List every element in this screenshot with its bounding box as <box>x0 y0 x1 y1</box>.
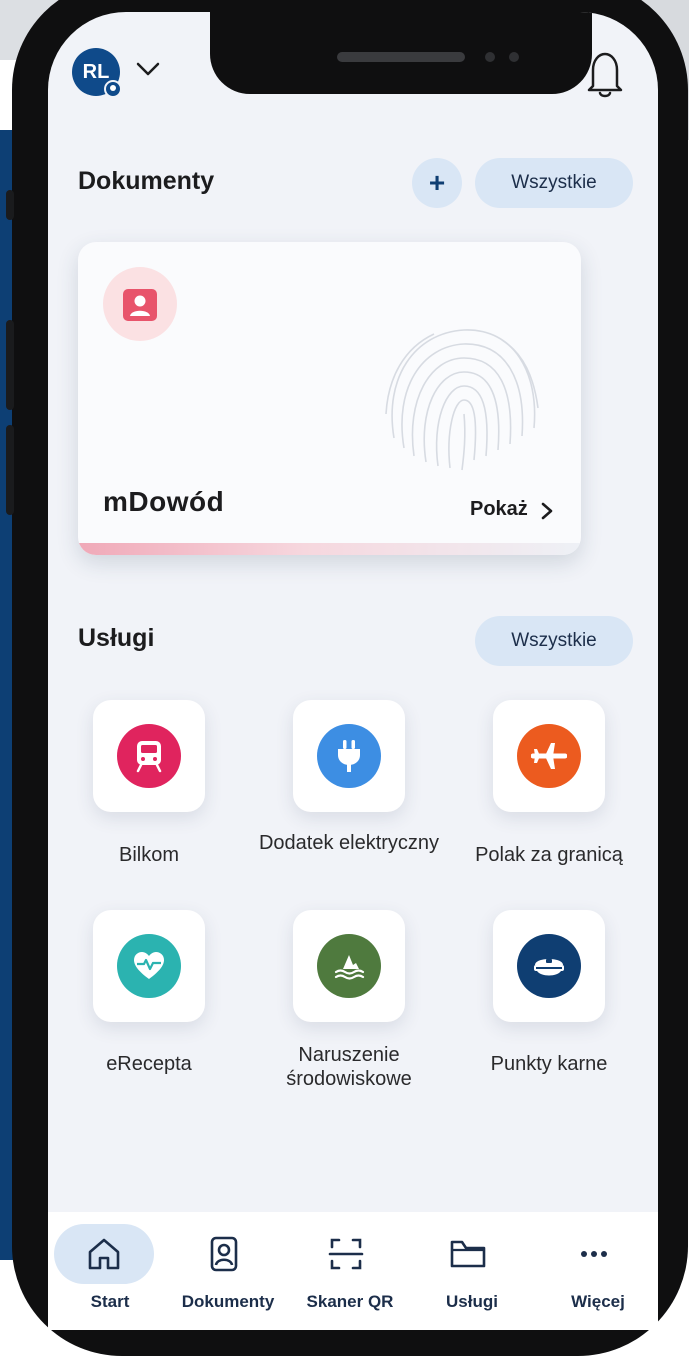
folder-icon <box>450 1240 486 1268</box>
police-cap-icon <box>517 934 581 998</box>
train-icon <box>117 724 181 788</box>
phone-notch <box>210 12 592 94</box>
avatar-initials: RL <box>82 60 110 83</box>
fingerprint-icon <box>385 329 539 471</box>
services-all-button[interactable]: Wszystkie <box>475 616 633 666</box>
phone-side-button <box>6 190 14 220</box>
phone-screen <box>48 12 658 1330</box>
more-icon <box>581 1251 607 1257</box>
bottom-navigation: Start Dokumenty Skaner QR Usługi Więcej <box>48 1212 658 1330</box>
service-label: eRecepta <box>106 1053 192 1075</box>
document-name: mDowód <box>103 486 225 517</box>
nav-label-skaner-qr: Skaner QR <box>306 1292 394 1311</box>
service-tile-polak-za-granica[interactable] <box>493 700 605 812</box>
avatar-badge <box>104 80 122 98</box>
service-tile-dodatek-elektryczny[interactable] <box>293 700 405 812</box>
services-title: Usługi <box>78 624 155 652</box>
home-icon <box>88 1238 120 1270</box>
service-tile-naruszenie-srodowiskowe[interactable] <box>293 910 405 1022</box>
add-document-button[interactable]: + <box>412 158 462 208</box>
notch-sensor <box>485 52 495 62</box>
notch-camera <box>509 52 519 62</box>
nav-item-start[interactable]: Start <box>50 1212 170 1330</box>
service-label: Punkty karne <box>490 1053 608 1075</box>
id-badge-icon <box>210 1236 238 1272</box>
phone-volume-down <box>6 425 14 515</box>
chevron-down-icon[interactable] <box>136 60 160 78</box>
service-label: Polak za granicą <box>475 844 623 866</box>
service-tile-erecepta[interactable] <box>93 910 205 1022</box>
service-label: Dodatek elektryczny <box>258 832 440 854</box>
notch-speaker <box>337 52 465 62</box>
phone-volume-up <box>6 320 14 410</box>
nav-item-dokumenty[interactable]: Dokumenty <box>168 1212 288 1330</box>
documents-title: Dokumenty <box>78 167 215 195</box>
environment-icon <box>317 934 381 998</box>
id-card-icon <box>123 289 157 321</box>
nav-item-skaner-qr[interactable]: Skaner QR <box>290 1212 410 1330</box>
service-label: Naruszenie środowiskowe <box>286 1044 412 1090</box>
service-tile-bilkom[interactable] <box>93 700 205 812</box>
airplane-icon <box>517 724 581 788</box>
mdowod-card[interactable]: mDowód Pokaż <box>78 242 581 555</box>
chevron-right-icon[interactable] <box>540 501 554 521</box>
documents-all-button[interactable]: Wszystkie <box>475 158 633 208</box>
nav-item-uslugi[interactable]: Usługi <box>412 1212 532 1330</box>
qr-scan-icon <box>328 1238 364 1270</box>
show-document-link[interactable]: Pokaż <box>470 498 528 521</box>
card-accent-strip <box>78 543 581 555</box>
nav-label-wiecej: Więcej <box>571 1292 625 1311</box>
plug-icon <box>317 724 381 788</box>
nav-item-wiecej[interactable]: Więcej <box>538 1212 658 1330</box>
nav-label-dokumenty: Dokumenty <box>181 1292 275 1311</box>
nav-label-uslugi: Usługi <box>446 1292 498 1311</box>
service-tile-punkty-karne[interactable] <box>493 910 605 1022</box>
service-label: Bilkom <box>118 844 179 866</box>
heart-pulse-icon <box>117 934 181 998</box>
